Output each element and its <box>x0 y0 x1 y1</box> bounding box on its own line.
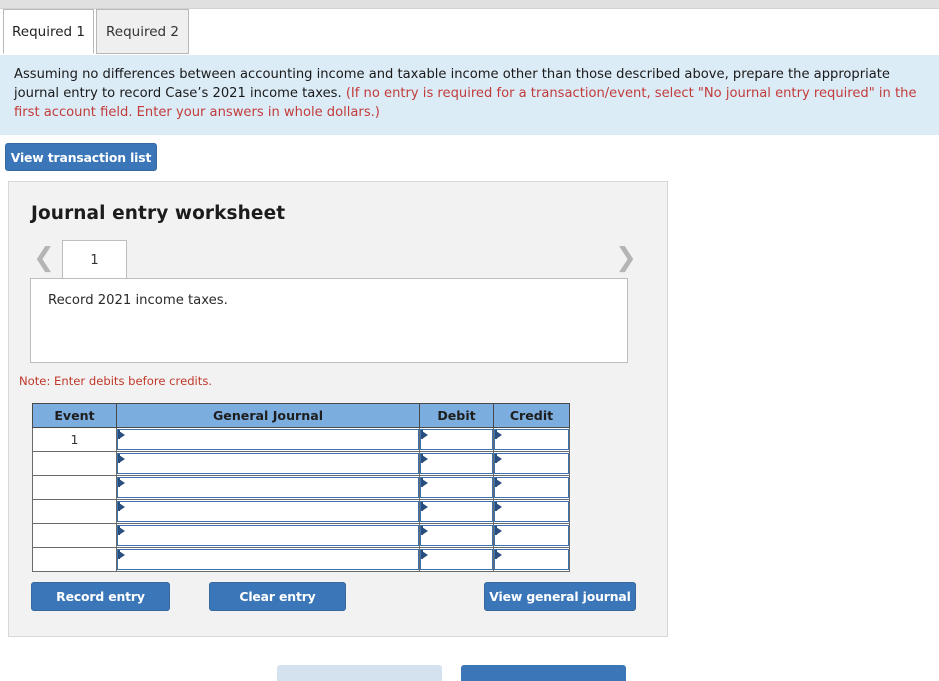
column-header-credit: Credit <box>493 403 570 428</box>
cell-event <box>32 475 117 500</box>
instruction-banner: Assuming no differences between accounti… <box>0 55 939 135</box>
cell-credit[interactable] <box>493 523 570 548</box>
tab-bar: Required 1 Required 2 <box>0 9 939 56</box>
general-journal-select[interactable] <box>117 453 419 474</box>
debit-input[interactable] <box>420 477 493 498</box>
cell-credit[interactable] <box>493 475 570 500</box>
worksheet-page-tab-1[interactable]: 1 <box>62 240 127 279</box>
cell-credit[interactable] <box>493 427 570 452</box>
worksheet-description-text: Record 2021 income taxes. <box>48 293 228 308</box>
cell-debit[interactable] <box>419 475 494 500</box>
column-header-event: Event <box>32 403 117 428</box>
view-general-journal-label: View general journal <box>489 589 631 604</box>
chevron-left-icon[interactable]: ❮ <box>29 243 59 275</box>
cell-general-journal[interactable] <box>116 451 420 476</box>
journal-entry-worksheet-panel: Journal entry worksheet ❮ 1 ❯ Record 202… <box>8 181 668 637</box>
view-transaction-list-button[interactable]: View transaction list <box>5 143 157 171</box>
cell-event <box>32 547 117 572</box>
record-entry-button[interactable]: Record entry <box>31 582 170 611</box>
record-entry-label: Record entry <box>56 589 145 604</box>
worksheet-title: Journal entry worksheet <box>31 203 286 224</box>
credit-input[interactable] <box>494 477 569 498</box>
clear-entry-label: Clear entry <box>239 589 316 604</box>
credit-input[interactable] <box>494 525 569 546</box>
debit-input[interactable] <box>420 525 493 546</box>
cell-event <box>32 499 117 524</box>
debits-before-credits-note: Note: Enter debits before credits. <box>19 374 213 388</box>
table-header-row: Event General Journal Debit Credit <box>32 403 570 428</box>
cell-general-journal[interactable] <box>116 523 420 548</box>
journal-entry-table: Event General Journal Debit Credit 1 <box>32 403 570 572</box>
cell-general-journal[interactable] <box>116 427 420 452</box>
credit-input[interactable] <box>494 453 569 474</box>
worksheet-description-box: Record 2021 income taxes. <box>30 278 628 363</box>
credit-input[interactable] <box>494 549 569 570</box>
tab-required-2[interactable]: Required 2 <box>96 9 189 54</box>
journal-entry-table-body: 1 <box>32 427 570 572</box>
cell-debit[interactable] <box>419 427 494 452</box>
table-row <box>32 547 570 572</box>
cell-credit[interactable] <box>493 499 570 524</box>
bottom-secondary-button-partial[interactable] <box>277 665 442 681</box>
general-journal-select[interactable] <box>117 549 419 570</box>
view-transaction-list-label: View transaction list <box>10 149 152 165</box>
chevron-right-icon[interactable]: ❯ <box>611 243 641 275</box>
cell-general-journal[interactable] <box>116 547 420 572</box>
tab-required-2-label: Required 2 <box>106 23 179 40</box>
cell-credit[interactable] <box>493 451 570 476</box>
table-row <box>32 475 570 500</box>
debit-input[interactable] <box>420 549 493 570</box>
cell-general-journal[interactable] <box>116 499 420 524</box>
debit-input[interactable] <box>420 453 493 474</box>
general-journal-select[interactable] <box>117 429 419 450</box>
table-row: 1 <box>32 427 570 452</box>
debit-input[interactable] <box>420 429 493 450</box>
cell-general-journal[interactable] <box>116 475 420 500</box>
credit-input[interactable] <box>494 429 569 450</box>
general-journal-select[interactable] <box>117 525 419 546</box>
cell-debit[interactable] <box>419 547 494 572</box>
credit-input[interactable] <box>494 501 569 522</box>
table-row <box>32 523 570 548</box>
general-journal-select[interactable] <box>117 501 419 522</box>
bottom-primary-button-partial[interactable] <box>461 665 626 681</box>
table-row <box>32 499 570 524</box>
cell-debit[interactable] <box>419 499 494 524</box>
table-row <box>32 451 570 476</box>
tab-required-1-label: Required 1 <box>12 23 85 40</box>
cell-event <box>32 451 117 476</box>
cell-debit[interactable] <box>419 451 494 476</box>
general-journal-select[interactable] <box>117 477 419 498</box>
cell-credit[interactable] <box>493 547 570 572</box>
tab-required-1[interactable]: Required 1 <box>3 9 94 54</box>
worksheet-page-tab-1-label: 1 <box>90 252 99 268</box>
clear-entry-button[interactable]: Clear entry <box>209 582 346 611</box>
cell-event <box>32 523 117 548</box>
view-general-journal-button[interactable]: View general journal <box>484 582 636 611</box>
worksheet-pager: ❮ 1 ❯ <box>9 238 669 279</box>
column-header-debit: Debit <box>419 403 494 428</box>
column-header-general-journal: General Journal <box>116 403 420 428</box>
top-gray-strip <box>0 0 939 9</box>
cell-event: 1 <box>32 427 117 452</box>
debit-input[interactable] <box>420 501 493 522</box>
cell-debit[interactable] <box>419 523 494 548</box>
